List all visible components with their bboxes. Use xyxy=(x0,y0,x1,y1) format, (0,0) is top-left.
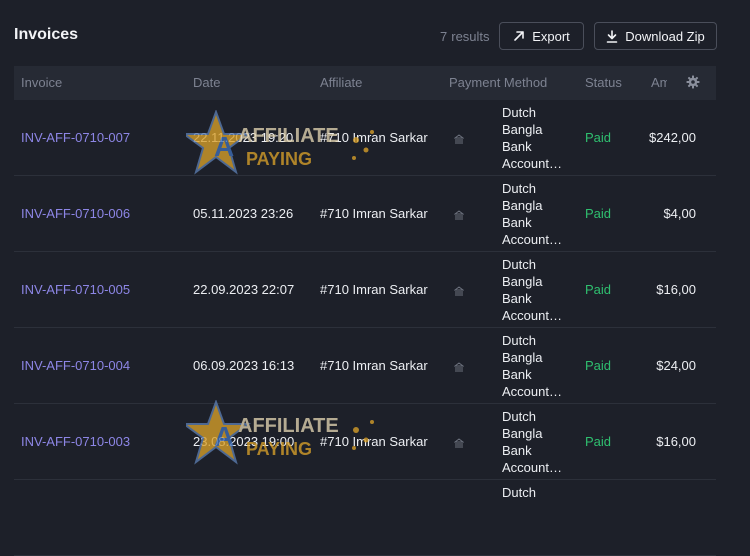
invoices-table: Invoice Date Affiliate Payment Method St… xyxy=(14,66,716,556)
column-amount[interactable]: Amount xyxy=(651,75,667,90)
column-payment-method[interactable]: Payment Method xyxy=(449,75,547,90)
amount-cell: $16,00 xyxy=(656,282,696,297)
table-header: Invoice Date Affiliate Payment Method St… xyxy=(14,66,716,100)
bank-icon xyxy=(453,360,465,375)
bank-icon xyxy=(453,208,465,223)
column-invoice[interactable]: Invoice xyxy=(21,75,62,90)
amount-cell: $4,00 xyxy=(663,206,696,221)
bank-icon xyxy=(453,436,465,451)
table-body: INV-AFF-0710-007 22.11.2023 19:20 #710 Imr… xyxy=(14,100,716,556)
affiliate-cell: #710 Imran Sarkar xyxy=(320,358,428,373)
payment-method-cell: Dutch Bangla Bank Account… xyxy=(502,409,562,475)
table-row[interactable]: INV-AFF-0710-005 22.09.2023 22:07 #710 Imr… xyxy=(14,252,716,328)
results-number: 7 xyxy=(440,29,448,44)
invoice-link[interactable]: INV-AFF-0710-005 xyxy=(21,282,130,297)
bank-icon xyxy=(453,284,465,299)
affiliate-cell: #710 Imran Sarkar xyxy=(320,130,428,145)
affiliate-cell: #710 Imran Sarkar xyxy=(320,434,428,449)
payment-method-cell: Dutch Bangla Bank Account… xyxy=(502,105,562,171)
amount-cell: $242,00 xyxy=(649,130,696,145)
arrow-up-right-icon xyxy=(514,31,525,41)
payment-method-cell: Dutch xyxy=(502,485,536,500)
status-badge: Paid xyxy=(585,130,612,145)
bank-icon xyxy=(453,132,465,147)
affiliate-cell: #710 Imran Sarkar xyxy=(320,282,428,297)
status-badge: Paid xyxy=(585,206,612,221)
invoice-link[interactable]: INV-AFF-0710-003 xyxy=(21,434,130,449)
invoice-link[interactable]: INV-AFF-0710-004 xyxy=(21,358,130,373)
date-cell: 22.09.2023 22:07 xyxy=(193,282,295,297)
amount-cell: $16,00 xyxy=(656,434,696,449)
results-label: results xyxy=(451,29,490,44)
table-row[interactable]: INV-AFF-0710-004 06.09.2023 16:13 #710 Imr… xyxy=(14,328,716,404)
status-badge: Paid xyxy=(585,434,612,449)
status-badge: Paid xyxy=(585,282,612,297)
download-zip-label: Download Zip xyxy=(625,28,705,44)
export-label: Export xyxy=(532,28,570,44)
status-badge: Paid xyxy=(585,358,612,373)
table-row[interactable]: INV-AFF-0710-003 23.08.2023 19:00 #710 Imr… xyxy=(14,404,716,480)
payment-method-cell: Dutch Bangla Bank Account… xyxy=(502,257,562,323)
payment-method-cell: Dutch Bangla Bank Account… xyxy=(502,181,562,247)
download-zip-button[interactable]: Download Zip xyxy=(594,22,717,50)
invoice-link[interactable]: INV-AFF-0710-007 xyxy=(21,130,130,145)
table-row[interactable]: INV-AFF-0710-007 22.11.2023 19:20 #710 Imr… xyxy=(14,100,716,176)
results-count: 7 results xyxy=(440,29,494,44)
date-cell: 23.08.2023 19:00 xyxy=(193,434,295,449)
gear-icon[interactable] xyxy=(686,75,700,92)
affiliate-cell: #710 Imran Sarkar xyxy=(320,206,428,221)
date-cell: 05.11.2023 23:26 xyxy=(193,206,294,221)
table-row[interactable]: Dutch xyxy=(14,480,716,556)
table-row[interactable]: INV-AFF-0710-006 05.11.2023 23:26 #710 Imr… xyxy=(14,176,716,252)
page-title: Invoices xyxy=(14,26,79,43)
column-date[interactable]: Date xyxy=(193,75,220,90)
date-cell: 06.09.2023 16:13 xyxy=(193,358,295,373)
column-status[interactable]: Status xyxy=(585,75,622,90)
amount-cell: $24,00 xyxy=(656,358,696,373)
invoice-link[interactable]: INV-AFF-0710-006 xyxy=(21,206,130,221)
date-cell: 22.11.2023 19:20 xyxy=(193,130,294,145)
payment-method-cell: Dutch Bangla Bank Account… xyxy=(502,333,562,399)
column-affiliate[interactable]: Affiliate xyxy=(320,75,362,90)
download-icon xyxy=(606,29,618,43)
export-button[interactable]: Export xyxy=(499,22,584,50)
page-header: Invoices 7 results Export Download Zip xyxy=(0,0,750,66)
